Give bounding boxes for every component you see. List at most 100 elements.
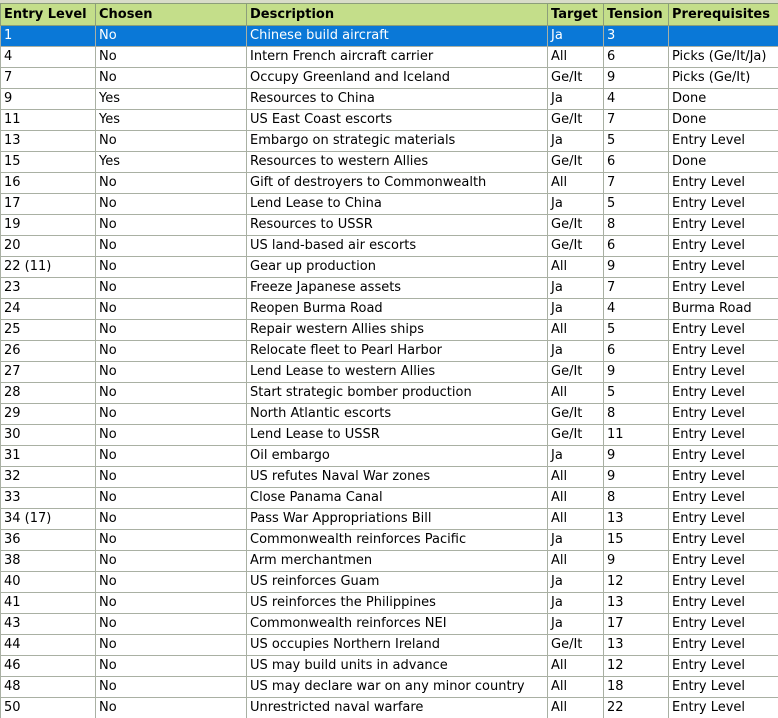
table-row[interactable]: 32 No US refutes Naval War zones All 9 Entry … xyxy=(0,466,778,488)
table-row[interactable]: 13 No Embargo on strategic materials Ja 5 Ent… xyxy=(0,130,778,152)
target-cell: Ge/It xyxy=(547,403,604,425)
table-row[interactable]: 24 No Reopen Burma Road Ja 4 Burma Road xyxy=(0,298,778,320)
entry-level-cell: 30 xyxy=(0,424,96,446)
entry-level-cell: 11 xyxy=(0,109,96,131)
description-cell: Repair western Allies ships xyxy=(246,319,548,341)
table-row[interactable]: 36 No Commonwealth reinforces Pacific Ja 15 E… xyxy=(0,529,778,551)
table-row[interactable]: 19 No Resources to USSR Ge/It 8 Entry Level xyxy=(0,214,778,236)
entry-level-cell: 23 xyxy=(0,277,96,299)
tension-cell: 9 xyxy=(603,256,669,278)
description-cell: Embargo on strategic materials xyxy=(246,130,548,152)
target-cell: All xyxy=(547,487,604,509)
header-row: Entry Level Chosen Description Target Te… xyxy=(0,3,778,26)
prerequisites-cell: Entry Level xyxy=(668,193,778,215)
chosen-cell: No xyxy=(95,445,247,467)
table-row[interactable]: 4 No Intern French aircraft carrier All 6 Pic… xyxy=(0,46,778,68)
entry-level-cell: 15 xyxy=(0,151,96,173)
table-row[interactable]: 23 No Freeze Japanese assets Ja 7 Entry Level xyxy=(0,277,778,299)
target-cell: Ja xyxy=(547,529,604,551)
table-row[interactable]: 50 No Unrestricted naval warfare All 22 Entry… xyxy=(0,697,778,718)
table-row[interactable]: 7 No Occupy Greenland and Iceland Ge/It 9 Pic… xyxy=(0,67,778,89)
description-cell: US East Coast escorts xyxy=(246,109,548,131)
prerequisites-cell: Entry Level xyxy=(668,382,778,404)
table-row[interactable]: 11 Yes US East Coast escorts Ge/It 7 Done xyxy=(0,109,778,131)
table-row[interactable]: 46 No US may build units in advance All 12 En… xyxy=(0,655,778,677)
table-row[interactable]: 41 No US reinforces the Philippines Ja 13 Ent… xyxy=(0,592,778,614)
tension-cell: 13 xyxy=(603,592,669,614)
table-row[interactable]: 9 Yes Resources to China Ja 4 Done xyxy=(0,88,778,110)
description-cell: US reinforces Guam xyxy=(246,571,548,593)
target-cell: Ja xyxy=(547,25,604,47)
prerequisites-cell: Entry Level xyxy=(668,613,778,635)
table-row[interactable]: 48 No US may declare war on any minor coun… xyxy=(0,676,778,698)
prerequisites-cell: Entry Level xyxy=(668,529,778,551)
description-cell: US occupies Northern Ireland xyxy=(246,634,548,656)
description-cell: Relocate fleet to Pearl Harbor xyxy=(246,340,548,362)
entry-level-cell: 38 xyxy=(0,550,96,572)
target-cell: Ge/It xyxy=(547,235,604,257)
table-row[interactable]: 25 No Repair western Allies ships All 5 Entry… xyxy=(0,319,778,341)
entry-level-cell: 46 xyxy=(0,655,96,677)
table-row[interactable]: 34 (17) No Pass War Appropriations Bill All… xyxy=(0,508,778,530)
table-row[interactable]: 31 No Oil embargo Ja 9 Entry Level xyxy=(0,445,778,467)
table-row[interactable]: 20 No US land-based air escorts Ge/It 6 Entry… xyxy=(0,235,778,257)
us-entry-options-grid[interactable]: Entry Level Chosen Description Target Te… xyxy=(0,0,778,718)
description-cell: Commonwealth reinforces Pacific xyxy=(246,529,548,551)
target-cell: Ge/It xyxy=(547,424,604,446)
prerequisites-cell: Entry Level xyxy=(668,340,778,362)
table-row[interactable]: 29 No North Atlantic escorts Ge/It 8 Entry Le… xyxy=(0,403,778,425)
prerequisites-cell: Entry Level xyxy=(668,235,778,257)
tension-cell: 13 xyxy=(603,634,669,656)
tension-cell: 7 xyxy=(603,109,669,131)
table-row[interactable]: 43 No Commonwealth reinforces NEI Ja 17 Entry… xyxy=(0,613,778,635)
column-header-description[interactable]: Description xyxy=(246,3,548,26)
target-cell: All xyxy=(547,382,604,404)
target-cell: All xyxy=(547,508,604,530)
column-header-entry-level[interactable]: Entry Level xyxy=(0,3,96,26)
table-row[interactable]: 17 No Lend Lease to China Ja 5 Entry Level xyxy=(0,193,778,215)
table-row[interactable]: 26 No Relocate fleet to Pearl Harbor Ja 6 Ent… xyxy=(0,340,778,362)
description-cell: US refutes Naval War zones xyxy=(246,466,548,488)
chosen-cell: No xyxy=(95,298,247,320)
prerequisites-cell: Entry Level xyxy=(668,403,778,425)
table-row[interactable]: 40 No US reinforces Guam Ja 12 Entry Level xyxy=(0,571,778,593)
target-cell: Ge/It xyxy=(547,361,604,383)
chosen-cell: No xyxy=(95,319,247,341)
chosen-cell: No xyxy=(95,172,247,194)
column-header-target[interactable]: Target xyxy=(547,3,604,26)
entry-level-cell: 50 xyxy=(0,697,96,718)
target-cell: Ge/It xyxy=(547,634,604,656)
entry-level-cell: 26 xyxy=(0,340,96,362)
description-cell: Gear up production xyxy=(246,256,548,278)
tension-cell: 4 xyxy=(603,88,669,110)
chosen-cell: No xyxy=(95,424,247,446)
prerequisites-cell: Entry Level xyxy=(668,550,778,572)
table-row[interactable]: 22 (11) No Gear up production All 9 Entry Lev… xyxy=(0,256,778,278)
prerequisites-cell: Entry Level xyxy=(668,634,778,656)
table-row[interactable]: 27 No Lend Lease to western Allies Ge/It 9 En… xyxy=(0,361,778,383)
table-row[interactable]: 15 Yes Resources to western Allies Ge/It 6 Do… xyxy=(0,151,778,173)
table-row[interactable]: 38 No Arm merchantmen All 9 Entry Level xyxy=(0,550,778,572)
tension-cell: 7 xyxy=(603,277,669,299)
tension-cell: 9 xyxy=(603,67,669,89)
column-header-chosen[interactable]: Chosen xyxy=(95,3,247,26)
table-row[interactable]: 16 No Gift of destroyers to Commonwealth Al… xyxy=(0,172,778,194)
prerequisites-cell: Entry Level xyxy=(668,466,778,488)
table-row[interactable]: 44 No US occupies Northern Ireland Ge/It 13 E… xyxy=(0,634,778,656)
chosen-cell: No xyxy=(95,193,247,215)
table-row[interactable]: 30 No Lend Lease to USSR Ge/It 11 Entry Level xyxy=(0,424,778,446)
target-cell: All xyxy=(547,550,604,572)
column-header-prerequisites[interactable]: Prerequisites xyxy=(668,3,778,26)
target-cell: Ja xyxy=(547,445,604,467)
tension-cell: 13 xyxy=(603,508,669,530)
chosen-cell: No xyxy=(95,361,247,383)
chosen-cell: No xyxy=(95,340,247,362)
table-row[interactable]: 33 No Close Panama Canal All 8 Entry Level xyxy=(0,487,778,509)
chosen-cell: No xyxy=(95,214,247,236)
prerequisites-cell: Entry Level xyxy=(668,361,778,383)
target-cell: All xyxy=(547,172,604,194)
prerequisites-cell: Burma Road xyxy=(668,298,778,320)
table-row[interactable]: 1 No Chinese build aircraft Ja 3 xyxy=(0,25,778,47)
table-row[interactable]: 28 No Start strategic bomber production All… xyxy=(0,382,778,404)
column-header-tension[interactable]: Tension xyxy=(603,3,669,26)
